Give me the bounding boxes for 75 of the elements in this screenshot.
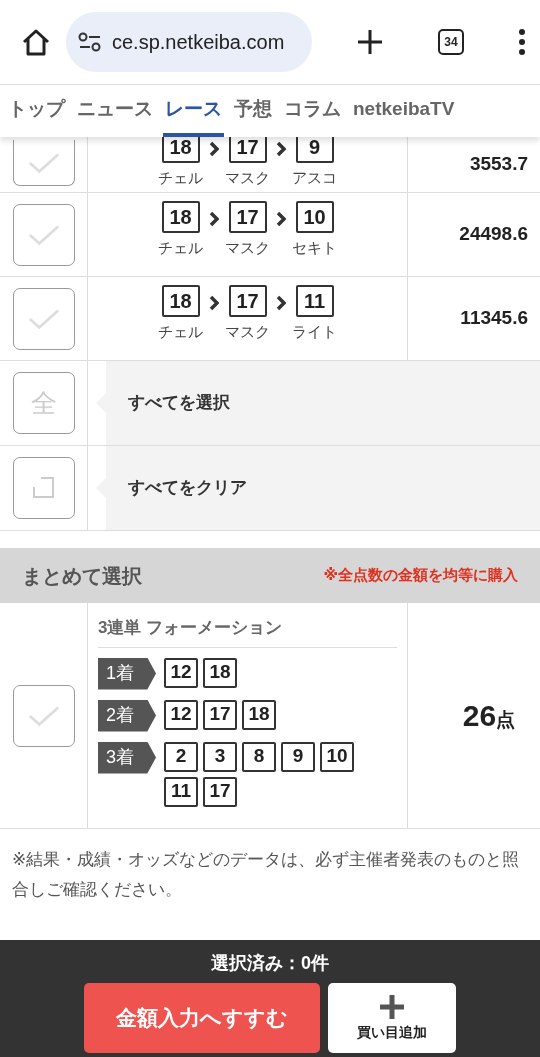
place-label: 1着 [98,657,156,690]
checkbox[interactable] [12,140,75,186]
horse-number: 17 [203,776,237,807]
nav-tab[interactable]: トップ [6,85,67,137]
proceed-button[interactable]: 金額入力へすすむ [84,983,320,1053]
odds-value: 11345.6 [459,306,529,331]
horse-number: 12 [164,657,198,688]
address-bar[interactable]: ce.sp.netkeiba.com [66,12,312,72]
horse-name: チェル [158,238,203,258]
action-panel[interactable]: すべてをクリア [96,446,540,530]
check-icon [27,223,60,246]
horse-number: 17 [228,285,267,317]
horse-name: セキト [292,238,337,258]
menu-icon[interactable] [518,28,526,56]
horse-number: 17 [228,137,267,163]
chevron-icon [276,295,286,311]
nav-tab[interactable]: ニュース [75,85,155,137]
horse-number: 8 [242,741,276,772]
horse-name: チェル [158,168,203,188]
horse-number: 10 [320,741,354,772]
chevron-icon [276,211,286,227]
horse-number: 9 [295,137,334,163]
check-icon [27,151,60,174]
horse-name: マスク [225,168,270,188]
place-label: 3着 [98,741,156,774]
selected-count: 選択済み：0件 [211,952,329,975]
horse-name: マスク [225,238,270,258]
new-tab-icon[interactable] [356,28,384,56]
checkbox[interactable] [12,684,75,747]
nav-tab[interactable]: コラム [282,85,343,137]
count-unit: 点 [496,709,516,730]
odds-value: 3553.7 [468,152,529,177]
tab-switcher[interactable]: 34 [438,29,464,55]
horse-number: 9 [281,741,315,772]
nav-tab[interactable]: netkeibaTV [351,85,457,137]
horse-number: 18 [203,657,237,688]
disclaimer-text: ※結果・成績・オッズなどのデータは、必ず主催者発表のものと照合しご確認ください。 [11,849,521,901]
horse-number: 11 [295,285,334,317]
horse-number: 12 [164,699,198,730]
horse-number: 2 [164,741,198,772]
horse-name: チェル [158,322,203,342]
horse-number: 18 [242,699,276,730]
chevron-icon [209,211,219,227]
clear-icon [32,477,55,499]
add-bet-button[interactable]: 買い目追加 [328,983,456,1053]
horse-number: 10 [295,201,334,233]
bet-type-title: 3連単 フォーメーション [98,615,397,648]
check-icon [27,307,60,330]
horse-number: 18 [161,137,200,163]
combination-count: 26 [462,699,497,732]
horse-name: ライト [292,322,337,342]
chevron-icon [209,141,219,157]
notice-text: ※全点数の金額を均等に購入 [323,565,518,586]
section-title: まとめて選択 [22,563,142,589]
horse-number: 18 [161,285,200,317]
nav-tab[interactable]: レース [163,85,224,137]
horse-name: アスコ [292,168,337,188]
site-settings-icon[interactable] [78,32,102,52]
horse-name: マスク [225,322,270,342]
odds-value: 24498.6 [458,222,529,247]
horse-number: 11 [164,776,198,807]
place-label: 2着 [98,699,156,732]
action-panel[interactable]: すべてを選択 [96,361,540,445]
checkbox[interactable] [12,203,75,266]
chevron-icon [276,141,286,157]
clear-checkbox[interactable] [12,457,75,519]
plus-icon [379,993,405,1020]
horse-number: 17 [203,699,237,730]
horse-number: 18 [161,201,200,233]
check-icon [27,704,60,727]
nav-tab[interactable]: 予想 [232,85,274,137]
horse-number: 17 [228,201,267,233]
chevron-icon [209,295,219,311]
checkbox[interactable] [12,287,75,350]
horse-number: 3 [203,741,237,772]
